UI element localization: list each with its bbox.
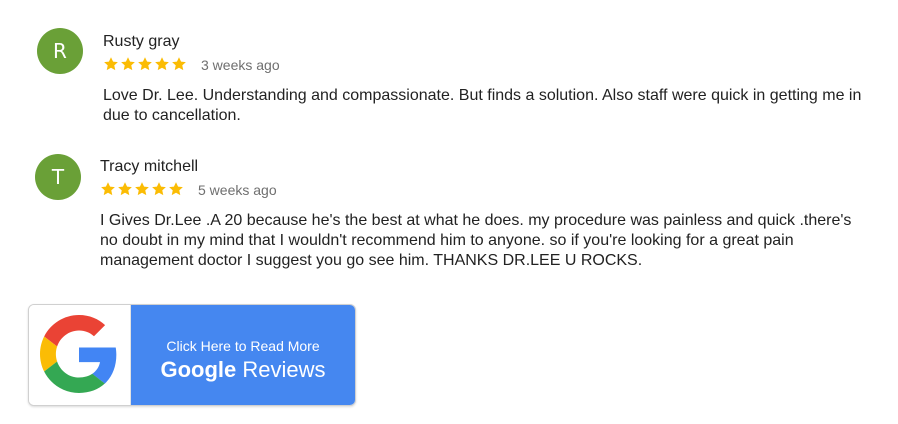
star-icon (154, 56, 170, 72)
reviewer-avatar: T (35, 154, 81, 200)
review-time: 5 weeks ago (198, 182, 277, 198)
star-icon (171, 56, 187, 72)
review-time: 3 weeks ago (201, 57, 280, 73)
badge-title: Google Reviews (131, 357, 355, 383)
badge-brand: Google (160, 357, 237, 382)
star-icon (103, 56, 119, 72)
google-reviews-button[interactable]: Click Here to Read More Google Reviews (28, 304, 356, 406)
badge-caption: Click Here to Read More (166, 338, 320, 354)
badge-suffix: Reviews (242, 357, 326, 382)
star-icon (151, 181, 167, 197)
star-icon (134, 181, 150, 197)
star-icon (100, 181, 116, 197)
review-text: Love Dr. Lee. Understanding and compassi… (103, 87, 862, 124)
reviewer-avatar: R (37, 28, 83, 74)
google-logo-panel (29, 305, 131, 405)
star-rating (100, 181, 184, 197)
badge-text-panel: Click Here to Read More Google Reviews (131, 305, 355, 405)
star-icon (117, 181, 133, 197)
star-rating (103, 56, 187, 72)
star-icon (120, 56, 136, 72)
star-icon (137, 56, 153, 72)
google-g-icon (40, 315, 117, 393)
star-icon (168, 181, 184, 197)
reviewer-name: Tracy mitchell (100, 158, 199, 175)
reviewer-name: Rusty gray (103, 33, 180, 50)
review-text: I Gives Dr.Lee .A 20 because he's the be… (100, 212, 852, 269)
